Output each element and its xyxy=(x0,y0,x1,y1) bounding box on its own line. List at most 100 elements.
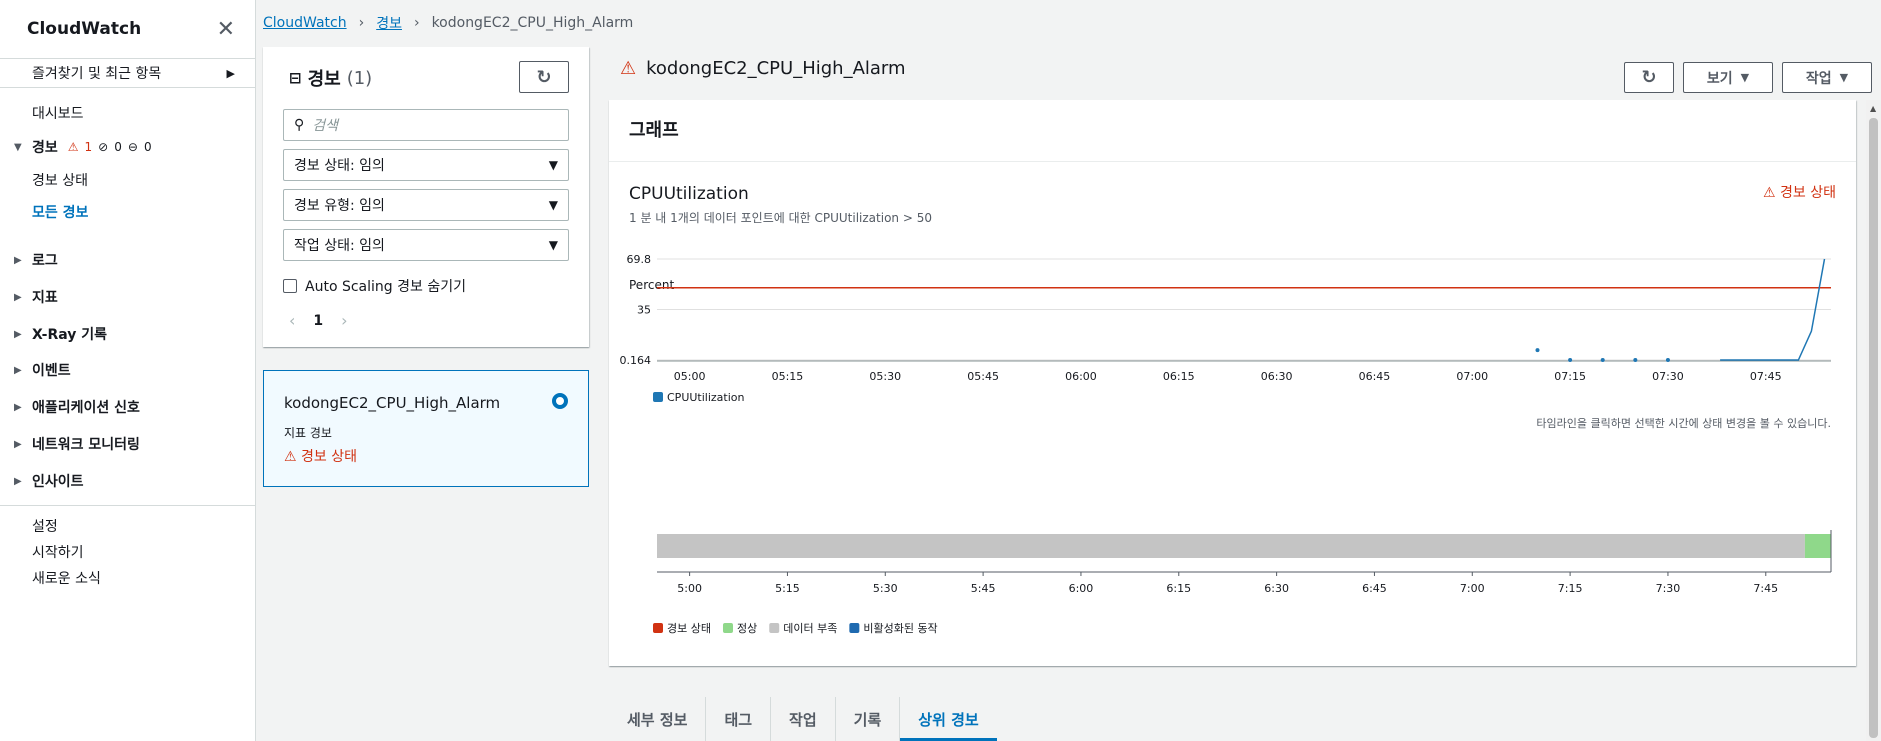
timeline-segment xyxy=(657,534,1805,558)
filter-alarm-type[interactable]: 경보 유형: 임의 ▼ xyxy=(283,189,569,221)
metrics-label: 지표 xyxy=(32,290,58,306)
x-tick-label: 06:45 xyxy=(1359,370,1391,383)
timeline-tick-label: 5:30 xyxy=(873,582,898,595)
chevron-left-icon[interactable]: ‹ xyxy=(289,311,295,330)
cpu-chart[interactable]: 69.8 35 0.164 05:00 05:15 05:30 05:45 06:00 06:1… xyxy=(609,100,1856,666)
state-legend-label: 데이터 부족 xyxy=(783,622,837,635)
alarm-list-item[interactable]: kodongEC2_CPU_High_Alarm 지표 경보 ⚠ 경보 상태 xyxy=(263,370,589,487)
breadcrumb-current: kodongEC2_CPU_High_Alarm xyxy=(431,15,634,31)
sidebar-item-logs[interactable]: ▶ 로그 xyxy=(14,250,58,270)
view-button-label: 보기 xyxy=(1706,70,1733,87)
alarm-list-title: ⊟ 경보 (1) xyxy=(289,65,372,91)
state-legend-swatch xyxy=(849,623,860,633)
tab-history[interactable]: 기록 xyxy=(836,697,901,741)
hide-autoscaling-checkbox[interactable]: Auto Scaling 경보 숨기기 xyxy=(283,276,466,296)
data-point xyxy=(1535,348,1540,353)
sidebar-item-metrics[interactable]: ▶ 지표 xyxy=(14,287,58,307)
state-legend-label: 비활성화된 동작 xyxy=(863,621,937,635)
sidebar-item-settings[interactable]: 설정 xyxy=(32,516,58,536)
scrollbar[interactable]: ▲ xyxy=(1866,100,1881,741)
insights-label: 인사이트 xyxy=(32,474,84,490)
timeline-tick-label: 5:00 xyxy=(677,582,702,595)
sidebar-item-dashboard[interactable]: 대시보드 xyxy=(32,103,84,123)
breadcrumb-cloudwatch[interactable]: CloudWatch xyxy=(263,15,347,31)
selected-radio[interactable] xyxy=(552,393,568,409)
data-point xyxy=(1633,358,1638,362)
app-signals-label: 애플리케이션 신호 xyxy=(32,400,140,416)
actions-button-label: 작업 xyxy=(1805,70,1832,87)
sidebar-item-app-signals[interactable]: ▶ 애플리케이션 신호 xyxy=(14,397,140,417)
filter-action-state-label: 작업 상태: 임의 xyxy=(294,238,385,254)
data-point xyxy=(1568,358,1573,362)
page-number[interactable]: 1 xyxy=(313,313,323,329)
checkbox[interactable] xyxy=(283,279,297,293)
refresh-icon: ↻ xyxy=(536,66,552,88)
actions-button[interactable]: 작업 ▼ xyxy=(1782,62,1872,93)
filter-alarm-state-label: 경보 상태: 임의 xyxy=(294,158,385,174)
caret-right-icon: ▶ xyxy=(14,475,22,487)
alarm-list-count: (1) xyxy=(346,67,373,89)
caret-down-icon: ▼ xyxy=(14,141,22,153)
alarm-state-label: 경보 상태 xyxy=(301,449,357,465)
metric-condition: 1 분 내 1개의 데이터 포인트에 대한 CPUUtilization > 5… xyxy=(629,211,932,225)
alarm-state: ⚠ 경보 상태 xyxy=(284,446,357,466)
tab-tags[interactable]: 태그 xyxy=(706,697,772,741)
timeline-tick-label: 7:15 xyxy=(1558,582,1583,595)
events-label: 이벤트 xyxy=(32,363,71,379)
sidebar-item-events[interactable]: ▶ 이벤트 xyxy=(14,360,71,380)
tab-actions[interactable]: 작업 xyxy=(771,697,836,741)
sidebar-item-alarms[interactable]: ▼ 경보 ⚠ 1 ⊘ 0 ⊖ 0 xyxy=(14,137,158,157)
y-tick-label: 69.8 xyxy=(627,253,652,266)
caret-down-icon: ▼ xyxy=(548,158,558,172)
metric-state-label: 경보 상태 xyxy=(1780,185,1836,201)
timeline-tick-label: 6:00 xyxy=(1069,582,1094,595)
state-legend-swatch xyxy=(769,623,780,633)
filter-alarm-type-label: 경보 유형: 임의 xyxy=(294,198,385,214)
caret-right-icon: ▶ xyxy=(14,401,22,413)
filter-action-state[interactable]: 작업 상태: 임의 ▼ xyxy=(283,229,569,261)
refresh-button[interactable]: ↻ xyxy=(519,61,569,93)
timeline-tick-label: 6:15 xyxy=(1166,582,1191,595)
filter-alarm-state[interactable]: 경보 상태: 임의 ▼ xyxy=(283,149,569,181)
detail-refresh-button[interactable]: ↻ xyxy=(1624,62,1674,93)
alarm-type: 지표 경보 xyxy=(284,426,332,440)
metric-state-badge: ⚠ 경보 상태 xyxy=(1763,182,1836,202)
timeline-tick-label: 7:30 xyxy=(1656,582,1681,595)
sidebar-favorites[interactable]: 즐겨찾기 및 최근 항목 ▶ xyxy=(0,59,255,87)
state-legend-swatch xyxy=(653,623,663,633)
caret-right-icon: ▶ xyxy=(14,364,22,376)
warning-icon: ⚠ xyxy=(1763,185,1776,201)
tab-details[interactable]: 세부 정보 xyxy=(609,697,707,741)
x-tick-label: 07:30 xyxy=(1652,370,1684,383)
sidebar-item-all-alarms[interactable]: 모든 경보 xyxy=(32,202,88,222)
sidebar-item-getting-started[interactable]: 시작하기 xyxy=(32,542,84,562)
logs-label: 로그 xyxy=(32,253,58,269)
sidebar-item-network[interactable]: ▶ 네트워크 모니터링 xyxy=(14,434,140,454)
alarm-list-title-text: 경보 xyxy=(307,69,341,90)
breadcrumb-alarms[interactable]: 경보 xyxy=(376,13,402,33)
tab-parent-alarms[interactable]: 상위 경보 xyxy=(900,697,998,741)
data-point xyxy=(1665,358,1670,362)
scroll-up-icon[interactable]: ▲ xyxy=(1870,104,1876,113)
sidebar-item-insights[interactable]: ▶ 인사이트 xyxy=(14,471,84,491)
collapse-icon[interactable]: ⊟ xyxy=(289,69,302,87)
search-input[interactable]: ⚲ 검색 xyxy=(283,109,569,141)
caret-right-icon: ▶ xyxy=(226,66,235,80)
warning-icon: ⚠ xyxy=(67,140,79,154)
chevron-right-icon: › xyxy=(413,15,420,31)
scrollbar-thumb[interactable] xyxy=(1869,118,1878,738)
sidebar-item-whats-new[interactable]: 새로운 소식 xyxy=(32,568,101,588)
caret-right-icon: ▶ xyxy=(14,291,22,303)
close-icon[interactable]: ✕ xyxy=(217,17,235,42)
breadcrumb: CloudWatch › 경보 › kodongEC2_CPU_High_Ala… xyxy=(263,13,633,33)
caret-down-icon: ▼ xyxy=(1839,71,1849,84)
detail-title: ⚠ kodongEC2_CPU_High_Alarm xyxy=(620,58,906,79)
sidebar-item-alarm-state[interactable]: 경보 상태 xyxy=(32,170,88,190)
x-tick-label: 07:15 xyxy=(1554,370,1586,383)
view-button[interactable]: 보기 ▼ xyxy=(1683,62,1773,93)
insufficient-count: 0 xyxy=(143,140,152,154)
search-icon: ⚲ xyxy=(294,117,305,133)
chevron-right-icon[interactable]: › xyxy=(341,311,347,330)
sidebar: CloudWatch ✕ 즐겨찾기 및 최근 항목 ▶ 대시보드 ▼ 경보 ⚠ … xyxy=(0,0,256,741)
sidebar-item-xray[interactable]: ▶ X-Ray 기록 xyxy=(14,324,107,344)
